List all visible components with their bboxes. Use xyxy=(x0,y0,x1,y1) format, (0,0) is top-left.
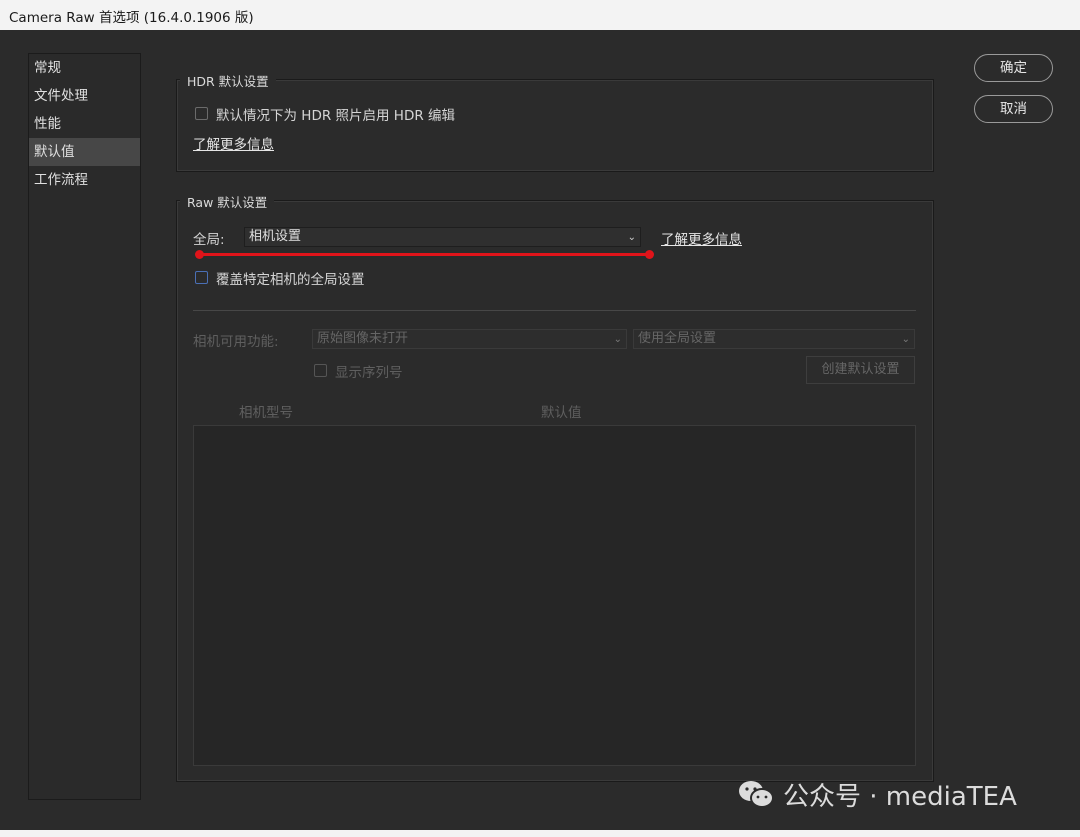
hdr-learn-more-link[interactable]: 了解更多信息 xyxy=(193,133,274,153)
setting-select-value: 使用全局设置 xyxy=(638,331,717,346)
sidebar-item-performance[interactable]: 性能 xyxy=(29,110,140,138)
divider xyxy=(193,310,916,311)
hdr-group-title: HDR 默认设置 xyxy=(180,71,276,90)
sidebar-item-workflow[interactable]: 工作流程 xyxy=(29,166,140,194)
chevron-down-icon: ⌄ xyxy=(613,334,622,345)
hdr-enable-checkbox[interactable] xyxy=(195,107,208,120)
setting-select[interactable]: 使用全局设置 ⌄ xyxy=(633,329,915,349)
raw-learn-more-link[interactable]: 了解更多信息 xyxy=(661,228,742,248)
global-label: 全局: xyxy=(193,232,225,248)
camera-select[interactable]: 原始图像未打开 ⌄ xyxy=(312,329,627,349)
sidebar: 常规 文件处理 性能 默认值 工作流程 xyxy=(28,53,141,800)
sidebar-item-file-handling[interactable]: 文件处理 xyxy=(29,82,140,110)
ok-button[interactable]: 确定 xyxy=(974,54,1053,82)
red-annotation-line xyxy=(199,253,650,256)
hdr-enable-label: 默认情况下为 HDR 照片启用 HDR 编辑 xyxy=(216,108,456,124)
global-select[interactable]: 相机设置 ⌄ xyxy=(244,227,641,247)
chevron-down-icon: ⌄ xyxy=(627,232,636,243)
override-label: 覆盖特定相机的全局设置 xyxy=(216,272,365,288)
override-checkbox[interactable] xyxy=(195,271,208,284)
wechat-icon xyxy=(739,781,774,808)
cancel-button[interactable]: 取消 xyxy=(974,95,1053,123)
create-default-button[interactable]: 创建默认设置 xyxy=(806,356,915,384)
global-select-value: 相机设置 xyxy=(249,229,302,244)
red-annotation-dot-left xyxy=(195,250,204,259)
watermark: 公众号 · mediaTEA xyxy=(737,777,1017,812)
column-header-default-value: 默认值 xyxy=(541,405,582,421)
show-serial-checkbox[interactable] xyxy=(314,364,327,377)
sidebar-item-general[interactable]: 常规 xyxy=(29,54,140,82)
hdr-group xyxy=(176,79,934,172)
show-serial-label: 显示序列号 xyxy=(335,365,403,381)
watermark-text: 公众号 · mediaTEA xyxy=(783,781,1017,812)
sidebar-item-defaults[interactable]: 默认值 xyxy=(29,138,140,166)
raw-group-title: Raw 默认设置 xyxy=(180,192,275,211)
camera-features-label: 相机可用功能: xyxy=(193,334,279,350)
camera-select-value: 原始图像未打开 xyxy=(317,331,409,346)
chevron-down-icon: ⌄ xyxy=(901,334,910,345)
camera-defaults-list[interactable] xyxy=(193,425,916,766)
window-bottom-edge xyxy=(0,830,1080,837)
window-title: Camera Raw 首选项 (16.4.0.1906 版) xyxy=(0,0,1080,30)
column-header-camera-model: 相机型号 xyxy=(239,405,293,421)
red-annotation-dot-right xyxy=(645,250,654,259)
